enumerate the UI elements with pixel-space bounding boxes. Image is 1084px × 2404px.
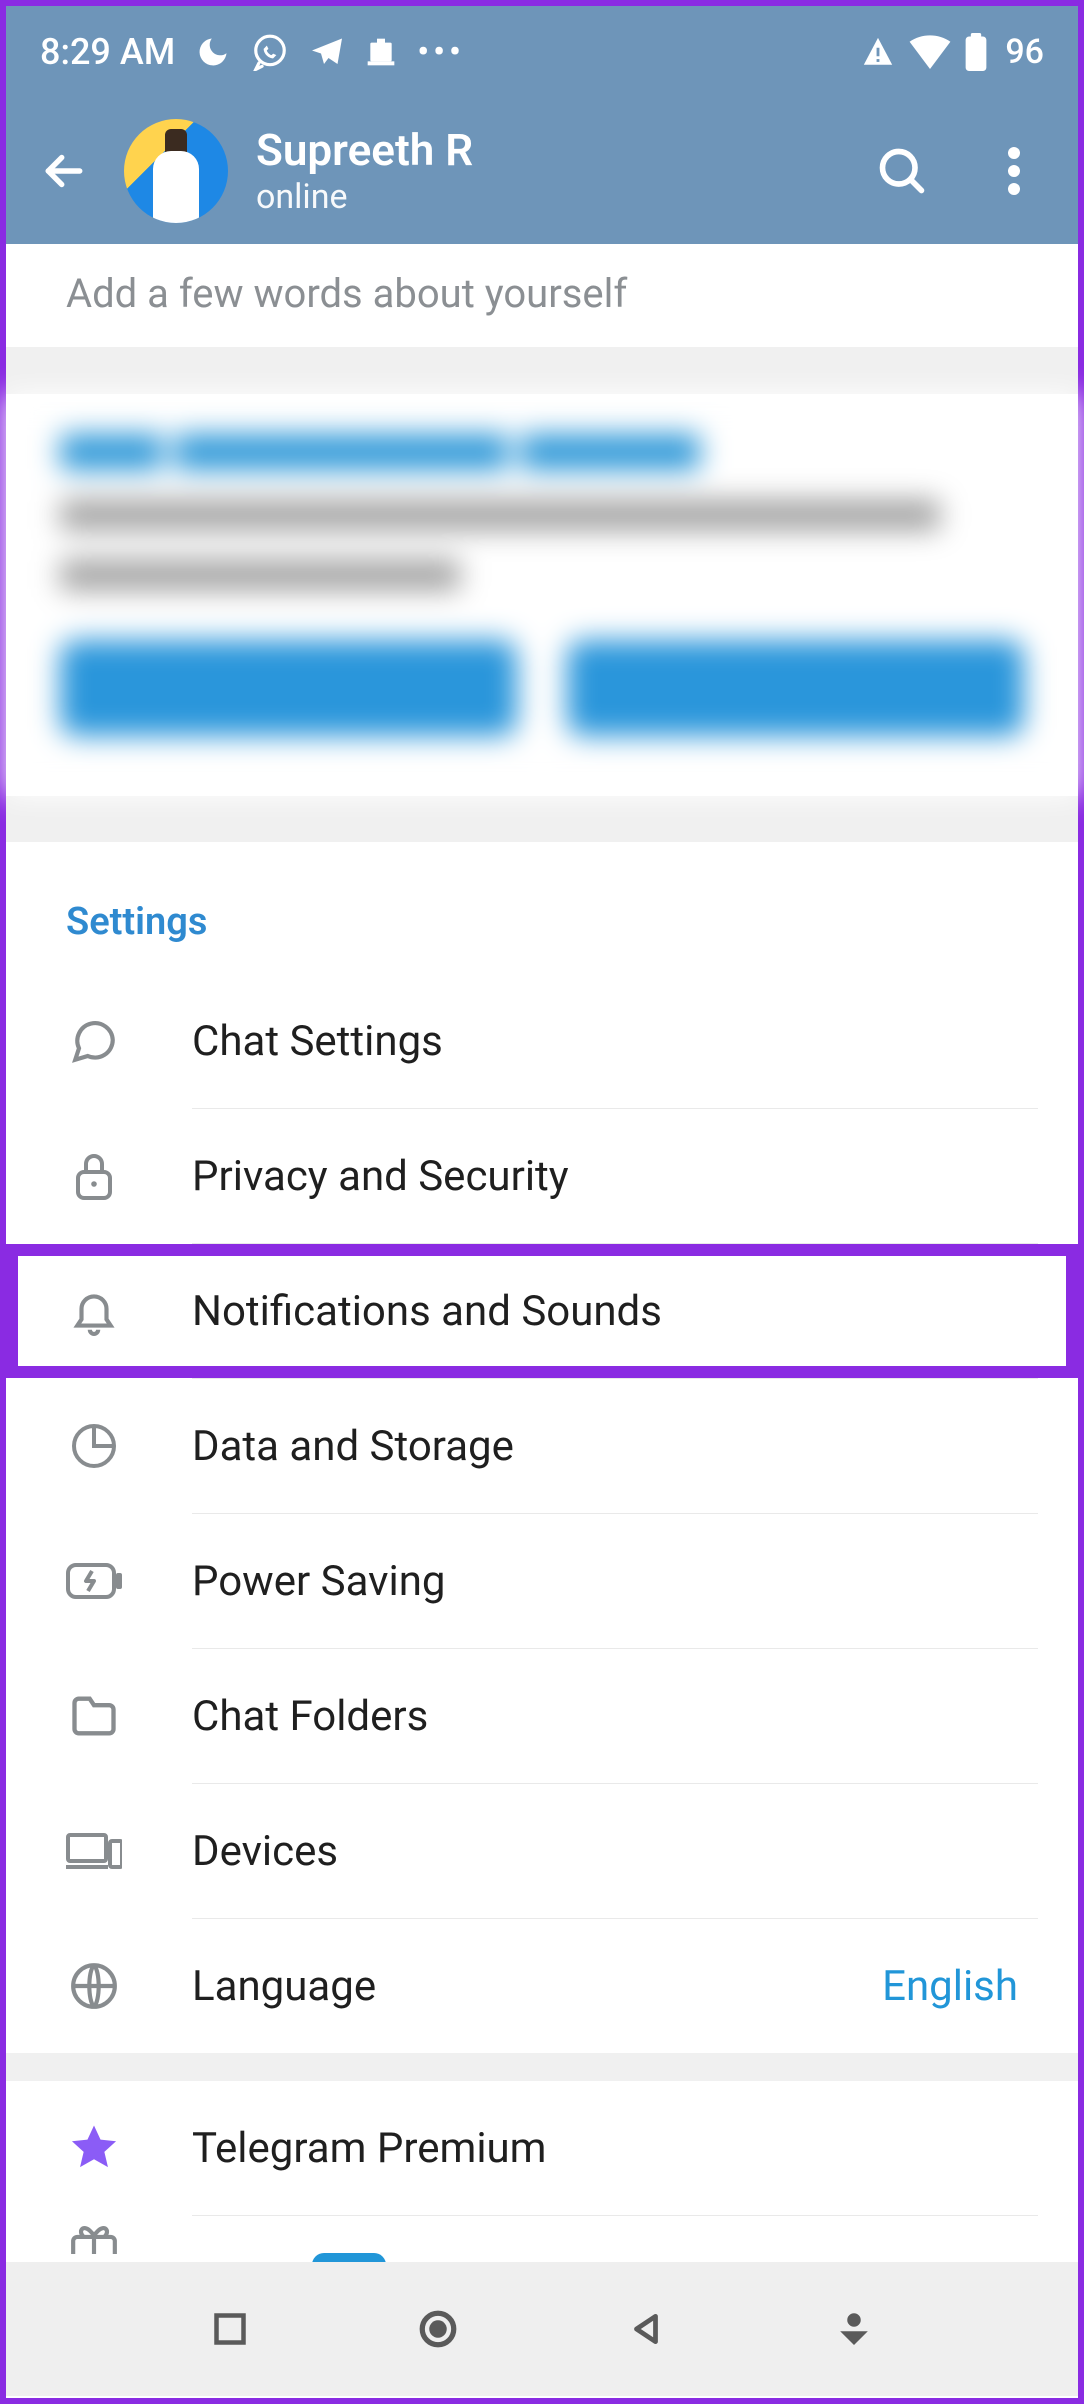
profile-name: Supreeth R xyxy=(256,125,473,176)
section-gap xyxy=(6,2053,1078,2081)
devices-icon xyxy=(66,1831,122,1871)
search-button[interactable] xyxy=(874,143,930,199)
back-button[interactable] xyxy=(32,139,96,203)
badge xyxy=(312,2253,386,2262)
overflow-menu-button[interactable] xyxy=(986,143,1042,199)
globe-icon xyxy=(66,1961,122,2011)
profile-status: online xyxy=(256,178,473,217)
pie-icon xyxy=(66,1422,122,1470)
nav-back-button[interactable] xyxy=(621,2304,671,2354)
settings-section: Settings Chat Settings Privacy and Secur… xyxy=(6,842,1078,2053)
battery-charge-icon xyxy=(66,1561,122,1601)
whatsapp-icon xyxy=(251,33,289,71)
premium-section: Telegram Premium xyxy=(6,2081,1078,2262)
battery-level: 96 xyxy=(1005,32,1044,72)
nav-ime-button[interactable] xyxy=(829,2304,879,2354)
settings-item-privacy[interactable]: Privacy and Security xyxy=(6,1109,1078,1243)
settings-item-chat[interactable]: Chat Settings xyxy=(6,974,1078,1108)
settings-label: Data and Storage xyxy=(192,1422,514,1471)
folder-icon xyxy=(66,1694,122,1738)
settings-item-language[interactable]: Language English xyxy=(6,1919,1078,2053)
gift-icon xyxy=(66,2224,122,2254)
settings-label: Chat Folders xyxy=(192,1692,428,1741)
blurred-section xyxy=(6,394,1078,796)
star-icon xyxy=(66,2121,122,2175)
calendar-icon xyxy=(365,36,397,68)
system-nav-bar xyxy=(6,2262,1078,2396)
settings-label: Power Saving xyxy=(192,1557,445,1606)
settings-item-power[interactable]: Power Saving xyxy=(6,1514,1078,1648)
settings-header: Settings xyxy=(6,842,1078,974)
lock-icon xyxy=(66,1149,122,1203)
bell-icon xyxy=(66,1285,122,1337)
avatar[interactable] xyxy=(124,119,228,223)
moon-icon xyxy=(195,34,231,70)
status-time: 8:29 AM xyxy=(40,31,175,73)
settings-item-devices[interactable]: Devices xyxy=(6,1784,1078,1918)
battery-icon xyxy=(965,33,987,71)
settings-label: Telegram Premium xyxy=(192,2124,547,2173)
settings-item-notifications[interactable]: Notifications and Sounds xyxy=(6,1244,1078,1378)
settings-item-data[interactable]: Data and Storage xyxy=(6,1379,1078,1513)
settings-item-premium[interactable]: Telegram Premium xyxy=(6,2081,1078,2215)
section-gap xyxy=(6,796,1078,842)
settings-label: Devices xyxy=(192,1827,338,1876)
chat-icon xyxy=(66,1016,122,1066)
action-bar: Supreeth R online xyxy=(6,98,1078,244)
nav-home-button[interactable] xyxy=(413,2304,463,2354)
language-value: English xyxy=(882,1962,1018,2011)
telegram-icon xyxy=(309,34,345,70)
bio-placeholder: Add a few words about yourself xyxy=(66,270,627,317)
wifi-icon xyxy=(909,35,951,69)
settings-label: Privacy and Security xyxy=(192,1152,569,1201)
settings-label: Language xyxy=(192,1962,376,2011)
settings-label: Chat Settings xyxy=(192,1017,443,1066)
settings-label: Notifications and Sounds xyxy=(192,1287,662,1336)
nav-recents-button[interactable] xyxy=(205,2304,255,2354)
settings-item-folders[interactable]: Chat Folders xyxy=(6,1649,1078,1783)
status-bar: 8:29 AM ••• 96 xyxy=(6,6,1078,98)
settings-item-peek[interactable] xyxy=(6,2216,1078,2262)
alert-icon xyxy=(861,35,895,69)
bio-field[interactable]: Add a few words about yourself xyxy=(6,244,1078,347)
section-gap xyxy=(6,348,1078,394)
